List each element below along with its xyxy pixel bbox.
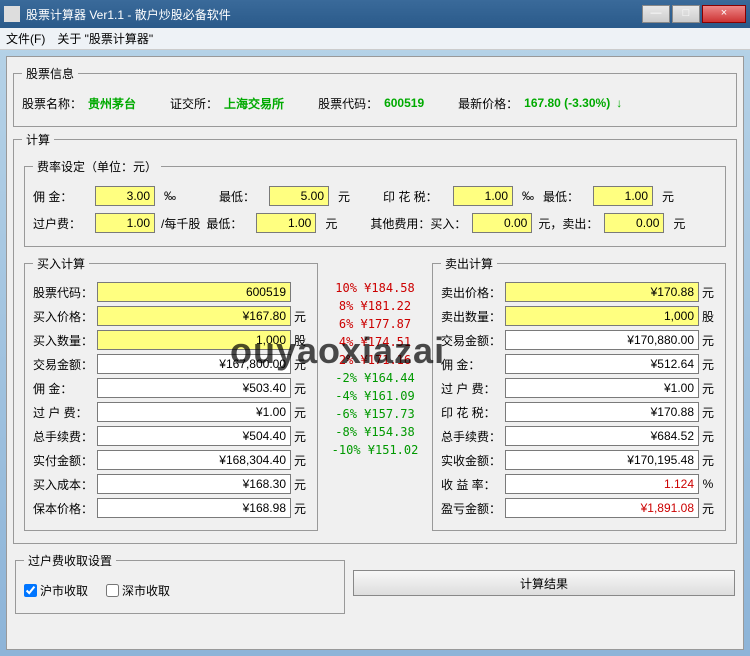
buy-comm-output xyxy=(97,378,291,398)
yuan-u: 元 xyxy=(291,308,309,325)
commission-input[interactable] xyxy=(95,186,155,206)
sell-price-label: 卖出价格： xyxy=(441,284,505,301)
sell-qty-input[interactable] xyxy=(505,306,699,326)
buy-amount-output xyxy=(97,354,291,374)
buy-code-label: 股票代码： xyxy=(33,284,97,301)
buy-group: 买入计算 股票代码： 买入价格：元 买入数量：股 交易金额：元 佣 金：元 过 … xyxy=(24,255,318,531)
sell-stamp-label: 印 花 税： xyxy=(441,404,505,421)
calc-legend: 计算 xyxy=(22,131,54,148)
stock-code: 600519 xyxy=(384,96,424,110)
buy-fee-label: 总手续费： xyxy=(33,428,97,445)
buy-cost-label: 买入成本： xyxy=(33,476,97,493)
titlebar: 股票计算器 Ver1.1 - 散户炒股必备软件 — □ × xyxy=(0,0,750,28)
transfer-fee-setting-legend: 过户费收取设置 xyxy=(24,552,116,569)
menu-file[interactable]: 文件(F) xyxy=(6,30,45,47)
per-1000-shares-label: /每千股 xyxy=(161,215,200,232)
yuan-unit-2: 元 xyxy=(659,188,677,205)
transfer-fee-input[interactable] xyxy=(95,213,155,233)
profit-loss-output xyxy=(505,498,699,518)
stock-name-label: 股票名称： xyxy=(22,95,82,112)
sell-fee-output xyxy=(505,426,699,446)
calc-group: 计算 费率设定（单位：元） 佣 金： ‰ 最低： 元 印 花 税： ‰ 最低： … xyxy=(13,131,737,544)
sell-recv-label: 实收金额： xyxy=(441,452,505,469)
latest-price: 167.80 (-3.30%) xyxy=(524,96,610,110)
stock-code-label: 股票代码： xyxy=(318,95,378,112)
sell-price-input[interactable] xyxy=(505,282,699,302)
buy-pay-output xyxy=(97,450,291,470)
commission-min-input[interactable] xyxy=(269,186,329,206)
sell-group: 卖出计算 卖出价格：元 卖出数量：股 交易金额：元 佣 金：元 过 户 费：元 … xyxy=(432,255,726,531)
shenzhen-checkbox[interactable]: 深市收取 xyxy=(106,582,170,599)
sell-xfer-output xyxy=(505,378,699,398)
buy-legend: 买入计算 xyxy=(33,255,89,272)
buy-pay-label: 实付金额： xyxy=(33,452,97,469)
sell-comm-label: 佣 金： xyxy=(441,356,505,373)
sell-stamp-output xyxy=(505,402,699,422)
buy-price-input[interactable] xyxy=(97,306,291,326)
other-buy-input[interactable] xyxy=(472,213,532,233)
percent-price-list: 10% ¥184.58 8% ¥181.22 6% ¥177.87 4% ¥17… xyxy=(320,251,430,535)
rate-legend: 费率设定（单位：元） xyxy=(33,158,161,175)
permille-unit-2: ‰ xyxy=(519,189,537,203)
return-rate-label: 收 益 率： xyxy=(441,476,505,493)
exchange-value: 上海交易所 xyxy=(224,95,284,112)
rate-group: 费率设定（单位：元） 佣 金： ‰ 最低： 元 印 花 税： ‰ 最低： 元 过… xyxy=(24,158,726,247)
other-sell-input[interactable] xyxy=(604,213,664,233)
window-title: 股票计算器 Ver1.1 - 散户炒股必备软件 xyxy=(26,6,642,23)
sell-recv-output xyxy=(505,450,699,470)
buy-xfer-label: 过 户 费： xyxy=(33,404,97,421)
stamp-min-label: 最低： xyxy=(543,188,587,205)
menubar: 文件(F) 关于 "股票计算器" xyxy=(0,28,750,50)
minimize-button[interactable]: — xyxy=(642,5,670,23)
buy-cost-output xyxy=(97,474,291,494)
calculate-button[interactable]: 计算结果 xyxy=(353,570,735,596)
buy-price-label: 买入价格： xyxy=(33,308,97,325)
close-button[interactable]: × xyxy=(702,5,746,23)
yuan-unit-4: 元 xyxy=(670,215,688,232)
commission-label: 佣 金： xyxy=(33,188,89,205)
stamp-min-input[interactable] xyxy=(593,186,653,206)
sell-amount-label: 交易金额： xyxy=(441,332,505,349)
transfer-min-input[interactable] xyxy=(256,213,316,233)
sell-amount-output xyxy=(505,330,699,350)
buy-amount-label: 交易金额： xyxy=(33,356,97,373)
stamp-input[interactable] xyxy=(453,186,513,206)
yuan-unit: 元 xyxy=(335,188,353,205)
yuan-unit-3: 元 xyxy=(322,215,340,232)
stock-info-legend: 股票信息 xyxy=(22,65,78,82)
buy-xfer-output xyxy=(97,402,291,422)
buy-code-input[interactable] xyxy=(97,282,291,302)
buy-break-label: 保本价格： xyxy=(33,500,97,517)
permille-unit: ‰ xyxy=(161,189,179,203)
maximize-button[interactable]: □ xyxy=(672,5,700,23)
sell-comm-output xyxy=(505,354,699,374)
sell-legend: 卖出计算 xyxy=(441,255,497,272)
transfer-fee-setting-group: 过户费收取设置 沪市收取 深市收取 xyxy=(15,552,345,614)
stock-info-group: 股票信息 股票名称： 贵州茅台 证交所： 上海交易所 股票代码： 600519 … xyxy=(13,65,737,127)
exchange-label: 证交所： xyxy=(170,95,218,112)
other-fee-mid-label: 元，卖出： xyxy=(538,215,598,232)
buy-qty-input[interactable] xyxy=(97,330,291,350)
app-icon xyxy=(4,6,20,22)
transfer-min-label: 最低： xyxy=(206,215,250,232)
gu-u: 股 xyxy=(291,332,309,349)
profit-loss-label: 盈亏金额： xyxy=(441,500,505,517)
shanghai-checkbox[interactable]: 沪市收取 xyxy=(24,582,88,599)
transfer-fee-label: 过户费： xyxy=(33,215,89,232)
sell-fee-label: 总手续费： xyxy=(441,428,505,445)
buy-break-output xyxy=(97,498,291,518)
sell-xfer-label: 过 户 费： xyxy=(441,380,505,397)
stamp-label: 印 花 税： xyxy=(383,188,447,205)
return-rate-output xyxy=(505,474,699,494)
commission-min-label: 最低： xyxy=(219,188,263,205)
latest-price-label: 最新价格： xyxy=(458,95,518,112)
buy-qty-label: 买入数量： xyxy=(33,332,97,349)
down-arrow-icon: ↓ xyxy=(616,96,622,110)
stock-name: 贵州茅台 xyxy=(88,95,136,112)
menu-about[interactable]: 关于 "股票计算器" xyxy=(57,30,153,47)
buy-comm-label: 佣 金： xyxy=(33,380,97,397)
buy-fee-output xyxy=(97,426,291,446)
other-fee-buy-label: 其他费用：买入： xyxy=(370,215,466,232)
sell-qty-label: 卖出数量： xyxy=(441,308,505,325)
